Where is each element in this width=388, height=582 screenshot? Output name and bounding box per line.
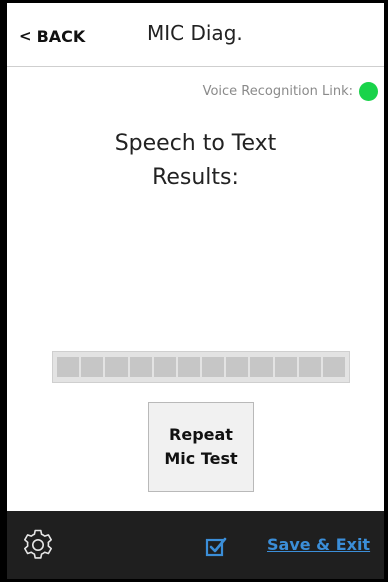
- results-heading-line2: Results:: [152, 165, 239, 190]
- meter-segment: [57, 357, 80, 377]
- checkbox-checked-icon[interactable]: [205, 536, 227, 558]
- repeat-button-line2: Mic Test: [164, 449, 238, 468]
- chevron-left-icon: <: [19, 26, 32, 45]
- save-exit-link[interactable]: Save & Exit: [267, 535, 370, 554]
- meter-segment: [226, 357, 249, 377]
- mic-level-meter: [52, 351, 350, 383]
- meter-segment: [298, 357, 321, 377]
- repeat-button-line1: Repeat: [169, 425, 233, 444]
- meter-segment: [177, 357, 201, 377]
- gear-icon[interactable]: [21, 528, 55, 562]
- results-heading-line1: Speech to Text: [114, 131, 277, 156]
- speech-result-text: [37, 208, 354, 228]
- repeat-mic-test-button[interactable]: Repeat Mic Test: [148, 402, 254, 492]
- meter-segment: [153, 357, 176, 377]
- voice-link-status: Voice Recognition Link:: [203, 82, 378, 101]
- meter-segment: [250, 357, 273, 377]
- voice-link-label: Voice Recognition Link:: [202, 84, 353, 99]
- meter-segment: [105, 357, 128, 377]
- page-title: MIC Diag.: [147, 21, 243, 45]
- status-indicator-dot: [359, 82, 378, 101]
- meter-segment: [274, 357, 297, 377]
- results-heading: Speech to Text Results:: [7, 127, 384, 195]
- device-frame: < BACK MIC Diag. Voice Recognition Link:…: [0, 0, 388, 582]
- meter-segment: [202, 357, 225, 377]
- back-label: BACK: [36, 26, 86, 46]
- back-button[interactable]: < BACK: [19, 24, 85, 48]
- screen: < BACK MIC Diag. Voice Recognition Link:…: [7, 3, 384, 579]
- meter-segment: [322, 357, 346, 377]
- meter-segment: [129, 357, 152, 377]
- meter-segment: [81, 357, 104, 377]
- header-bar: < BACK MIC Diag.: [7, 3, 384, 67]
- footer-bar: Save & Exit: [7, 511, 384, 579]
